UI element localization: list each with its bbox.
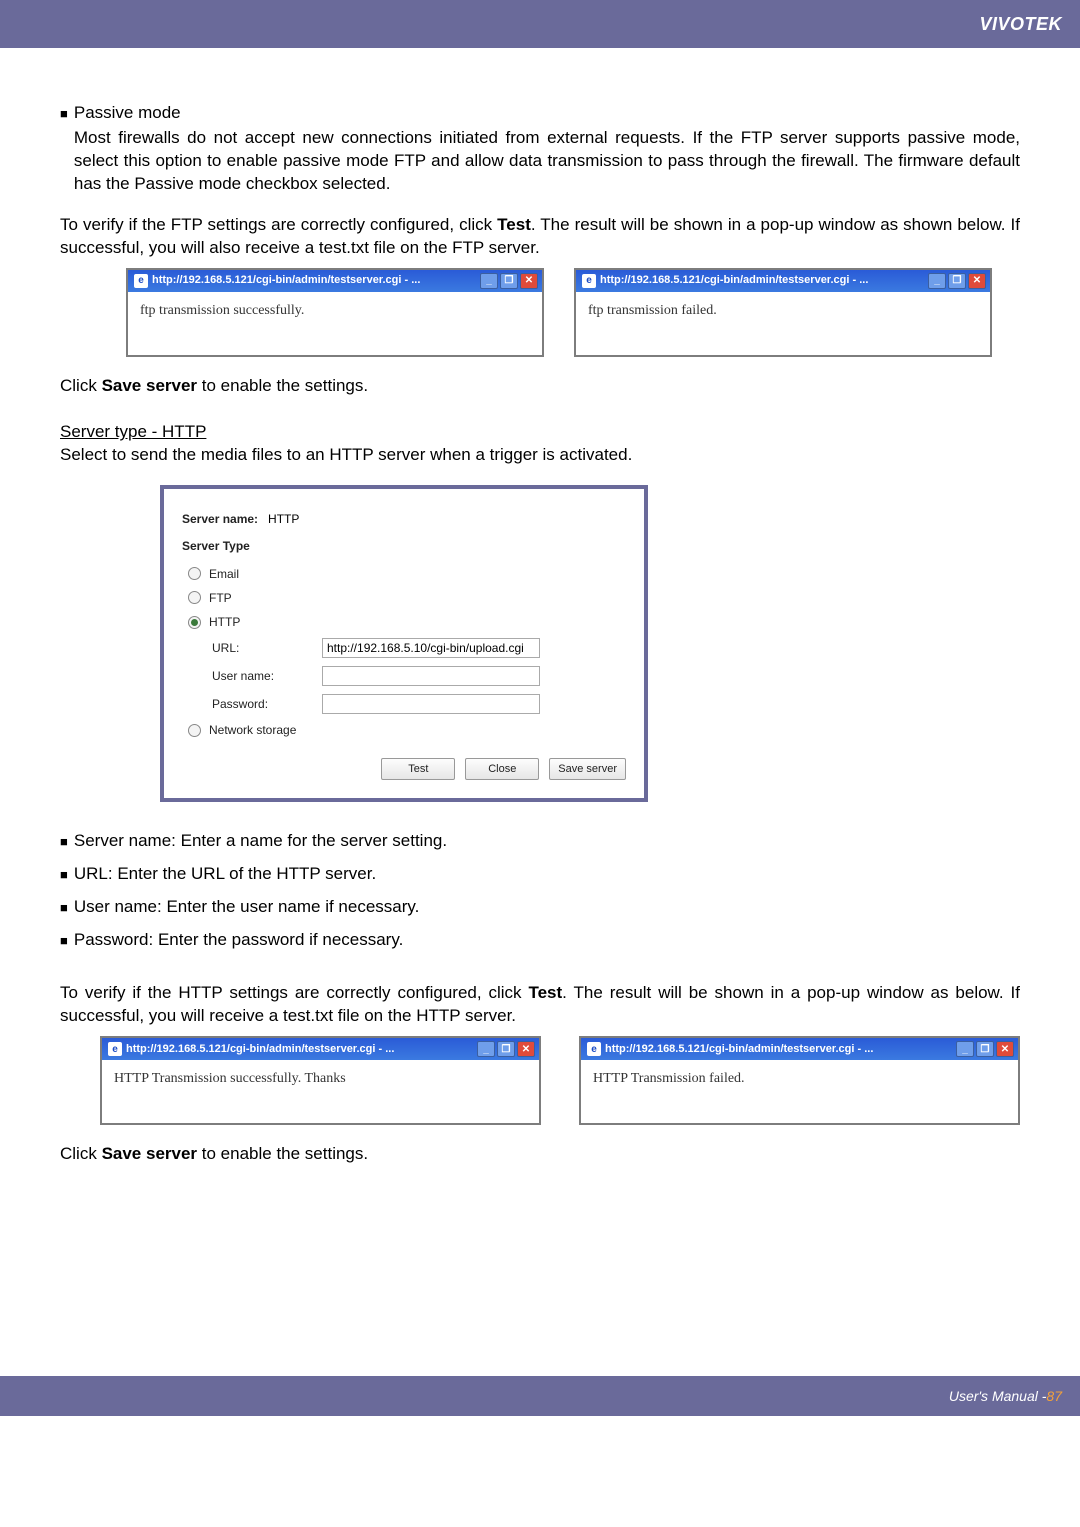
radio-network-storage[interactable]: Network storage bbox=[188, 722, 626, 738]
popup-titlebar: e http://192.168.5.121/cgi-bin/admin/tes… bbox=[102, 1038, 539, 1060]
page-content: ■ Passive mode Most firewalls do not acc… bbox=[0, 48, 1080, 1226]
radio-icon[interactable] bbox=[188, 591, 201, 604]
footer-band: User's Manual - 87 bbox=[0, 1376, 1080, 1416]
http-verify-paragraph: To verify if the HTTP settings are corre… bbox=[60, 982, 1020, 1028]
bullet-icon: ■ bbox=[60, 830, 68, 853]
radio-ftp[interactable]: FTP bbox=[188, 590, 626, 606]
user-label: User name: bbox=[212, 668, 322, 684]
passive-mode-title: Passive mode bbox=[74, 103, 181, 122]
bullet-icon: ■ bbox=[60, 896, 68, 919]
url-field-row: URL: bbox=[212, 638, 626, 658]
ftp-verify-paragraph: To verify if the FTP settings are correc… bbox=[60, 214, 1020, 260]
popup-title-text: http://192.168.5.121/cgi-bin/admin/tests… bbox=[152, 273, 420, 288]
popup-titlebar: e http://192.168.5.121/cgi-bin/admin/tes… bbox=[576, 270, 990, 292]
bullet-icon: ■ bbox=[60, 863, 68, 886]
close-button[interactable]: Close bbox=[465, 758, 539, 780]
popup-body-text: HTTP Transmission failed. bbox=[581, 1060, 1018, 1123]
pass-label: Password: bbox=[212, 696, 322, 712]
radio-icon[interactable] bbox=[188, 724, 201, 737]
http-section-heading: Server type - HTTP bbox=[60, 421, 1020, 444]
popup-body-text: HTTP Transmission successfully. Thanks bbox=[102, 1060, 539, 1123]
ftp-popup-row: e http://192.168.5.121/cgi-bin/admin/tes… bbox=[126, 268, 1020, 357]
test-button[interactable]: Test bbox=[381, 758, 455, 780]
bullet-icon: ■ bbox=[60, 929, 68, 952]
ie-icon: e bbox=[587, 1042, 601, 1056]
header-band: VIVOTEK bbox=[0, 0, 1080, 48]
minimize-button[interactable]: _ bbox=[480, 273, 498, 289]
radio-label-email: Email bbox=[209, 566, 239, 582]
radio-email[interactable]: Email bbox=[188, 566, 626, 582]
desc-user: User name: Enter the user name if necess… bbox=[74, 896, 420, 919]
http-intro: Select to send the media files to an HTT… bbox=[60, 444, 1020, 467]
ftp-save-line: Click Save server to enable the settings… bbox=[60, 375, 1020, 398]
url-label: URL: bbox=[212, 640, 322, 656]
close-button[interactable]: ✕ bbox=[968, 273, 986, 289]
brand-logo: VIVOTEK bbox=[979, 14, 1062, 35]
passive-mode-block: ■ Passive mode Most firewalls do not acc… bbox=[60, 102, 1020, 196]
http-popup-fail: e http://192.168.5.121/cgi-bin/admin/tes… bbox=[579, 1036, 1020, 1125]
username-input[interactable] bbox=[322, 666, 540, 686]
desc-pass: Password: Enter the password if necessar… bbox=[74, 929, 403, 952]
passive-mode-desc: Most firewalls do not accept new connect… bbox=[74, 127, 1020, 196]
popup-title-text: http://192.168.5.121/cgi-bin/admin/tests… bbox=[126, 1042, 394, 1057]
user-field-row: User name: bbox=[212, 666, 626, 686]
http-save-line: Click Save server to enable the settings… bbox=[60, 1143, 1020, 1166]
popup-body-text: ftp transmission successfully. bbox=[128, 292, 542, 355]
bullet-icon: ■ bbox=[60, 102, 68, 196]
server-name-label: Server name: bbox=[182, 511, 258, 527]
ie-icon: e bbox=[134, 274, 148, 288]
footer-label: User's Manual - bbox=[949, 1388, 1047, 1404]
popup-title-text: http://192.168.5.121/cgi-bin/admin/tests… bbox=[600, 273, 868, 288]
http-popup-success: e http://192.168.5.121/cgi-bin/admin/tes… bbox=[100, 1036, 541, 1125]
maximize-button[interactable]: ❐ bbox=[497, 1041, 515, 1057]
ie-icon: e bbox=[108, 1042, 122, 1056]
minimize-button[interactable]: _ bbox=[477, 1041, 495, 1057]
maximize-button[interactable]: ❐ bbox=[500, 273, 518, 289]
popup-body-text: ftp transmission failed. bbox=[576, 292, 990, 355]
footer-page-number: 87 bbox=[1046, 1388, 1062, 1404]
maximize-button[interactable]: ❐ bbox=[948, 273, 966, 289]
maximize-button[interactable]: ❐ bbox=[976, 1041, 994, 1057]
save-server-bold: Save server bbox=[102, 376, 197, 395]
save-server-button[interactable]: Save server bbox=[549, 758, 626, 780]
minimize-button[interactable]: _ bbox=[928, 273, 946, 289]
password-input[interactable] bbox=[322, 694, 540, 714]
popup-titlebar: e http://192.168.5.121/cgi-bin/admin/tes… bbox=[581, 1038, 1018, 1060]
close-button[interactable]: ✕ bbox=[996, 1041, 1014, 1057]
popup-titlebar: e http://192.168.5.121/cgi-bin/admin/tes… bbox=[128, 270, 542, 292]
test-bold: Test bbox=[497, 215, 531, 234]
radio-http[interactable]: HTTP bbox=[188, 614, 626, 630]
url-input[interactable] bbox=[322, 638, 540, 658]
radio-label-network-storage: Network storage bbox=[209, 722, 296, 738]
ie-icon: e bbox=[582, 274, 596, 288]
pass-field-row: Password: bbox=[212, 694, 626, 714]
radio-icon[interactable] bbox=[188, 567, 201, 580]
http-config-panel: Server name: HTTP Server Type Email FTP … bbox=[160, 485, 648, 802]
http-field-descriptions: ■ Server name: Enter a name for the serve… bbox=[60, 830, 1020, 952]
radio-label-ftp: FTP bbox=[209, 590, 232, 606]
minimize-button[interactable]: _ bbox=[956, 1041, 974, 1057]
save-server-bold: Save server bbox=[102, 1144, 197, 1163]
popup-title-text: http://192.168.5.121/cgi-bin/admin/tests… bbox=[605, 1042, 873, 1057]
ftp-popup-fail: e http://192.168.5.121/cgi-bin/admin/tes… bbox=[574, 268, 992, 357]
test-bold: Test bbox=[528, 983, 562, 1002]
radio-icon[interactable] bbox=[188, 616, 201, 629]
radio-label-http: HTTP bbox=[209, 614, 240, 630]
server-type-label: Server Type bbox=[182, 538, 626, 554]
close-button[interactable]: ✕ bbox=[517, 1041, 535, 1057]
config-button-row: Test Close Save server bbox=[182, 758, 626, 780]
server-name-value: HTTP bbox=[268, 511, 299, 527]
server-name-row: Server name: HTTP bbox=[182, 511, 626, 527]
desc-url: URL: Enter the URL of the HTTP server. bbox=[74, 863, 376, 886]
desc-server-name: Server name: Enter a name for the server… bbox=[74, 830, 447, 853]
http-popup-row: e http://192.168.5.121/cgi-bin/admin/tes… bbox=[100, 1036, 1020, 1125]
ftp-popup-success: e http://192.168.5.121/cgi-bin/admin/tes… bbox=[126, 268, 544, 357]
close-button[interactable]: ✕ bbox=[520, 273, 538, 289]
